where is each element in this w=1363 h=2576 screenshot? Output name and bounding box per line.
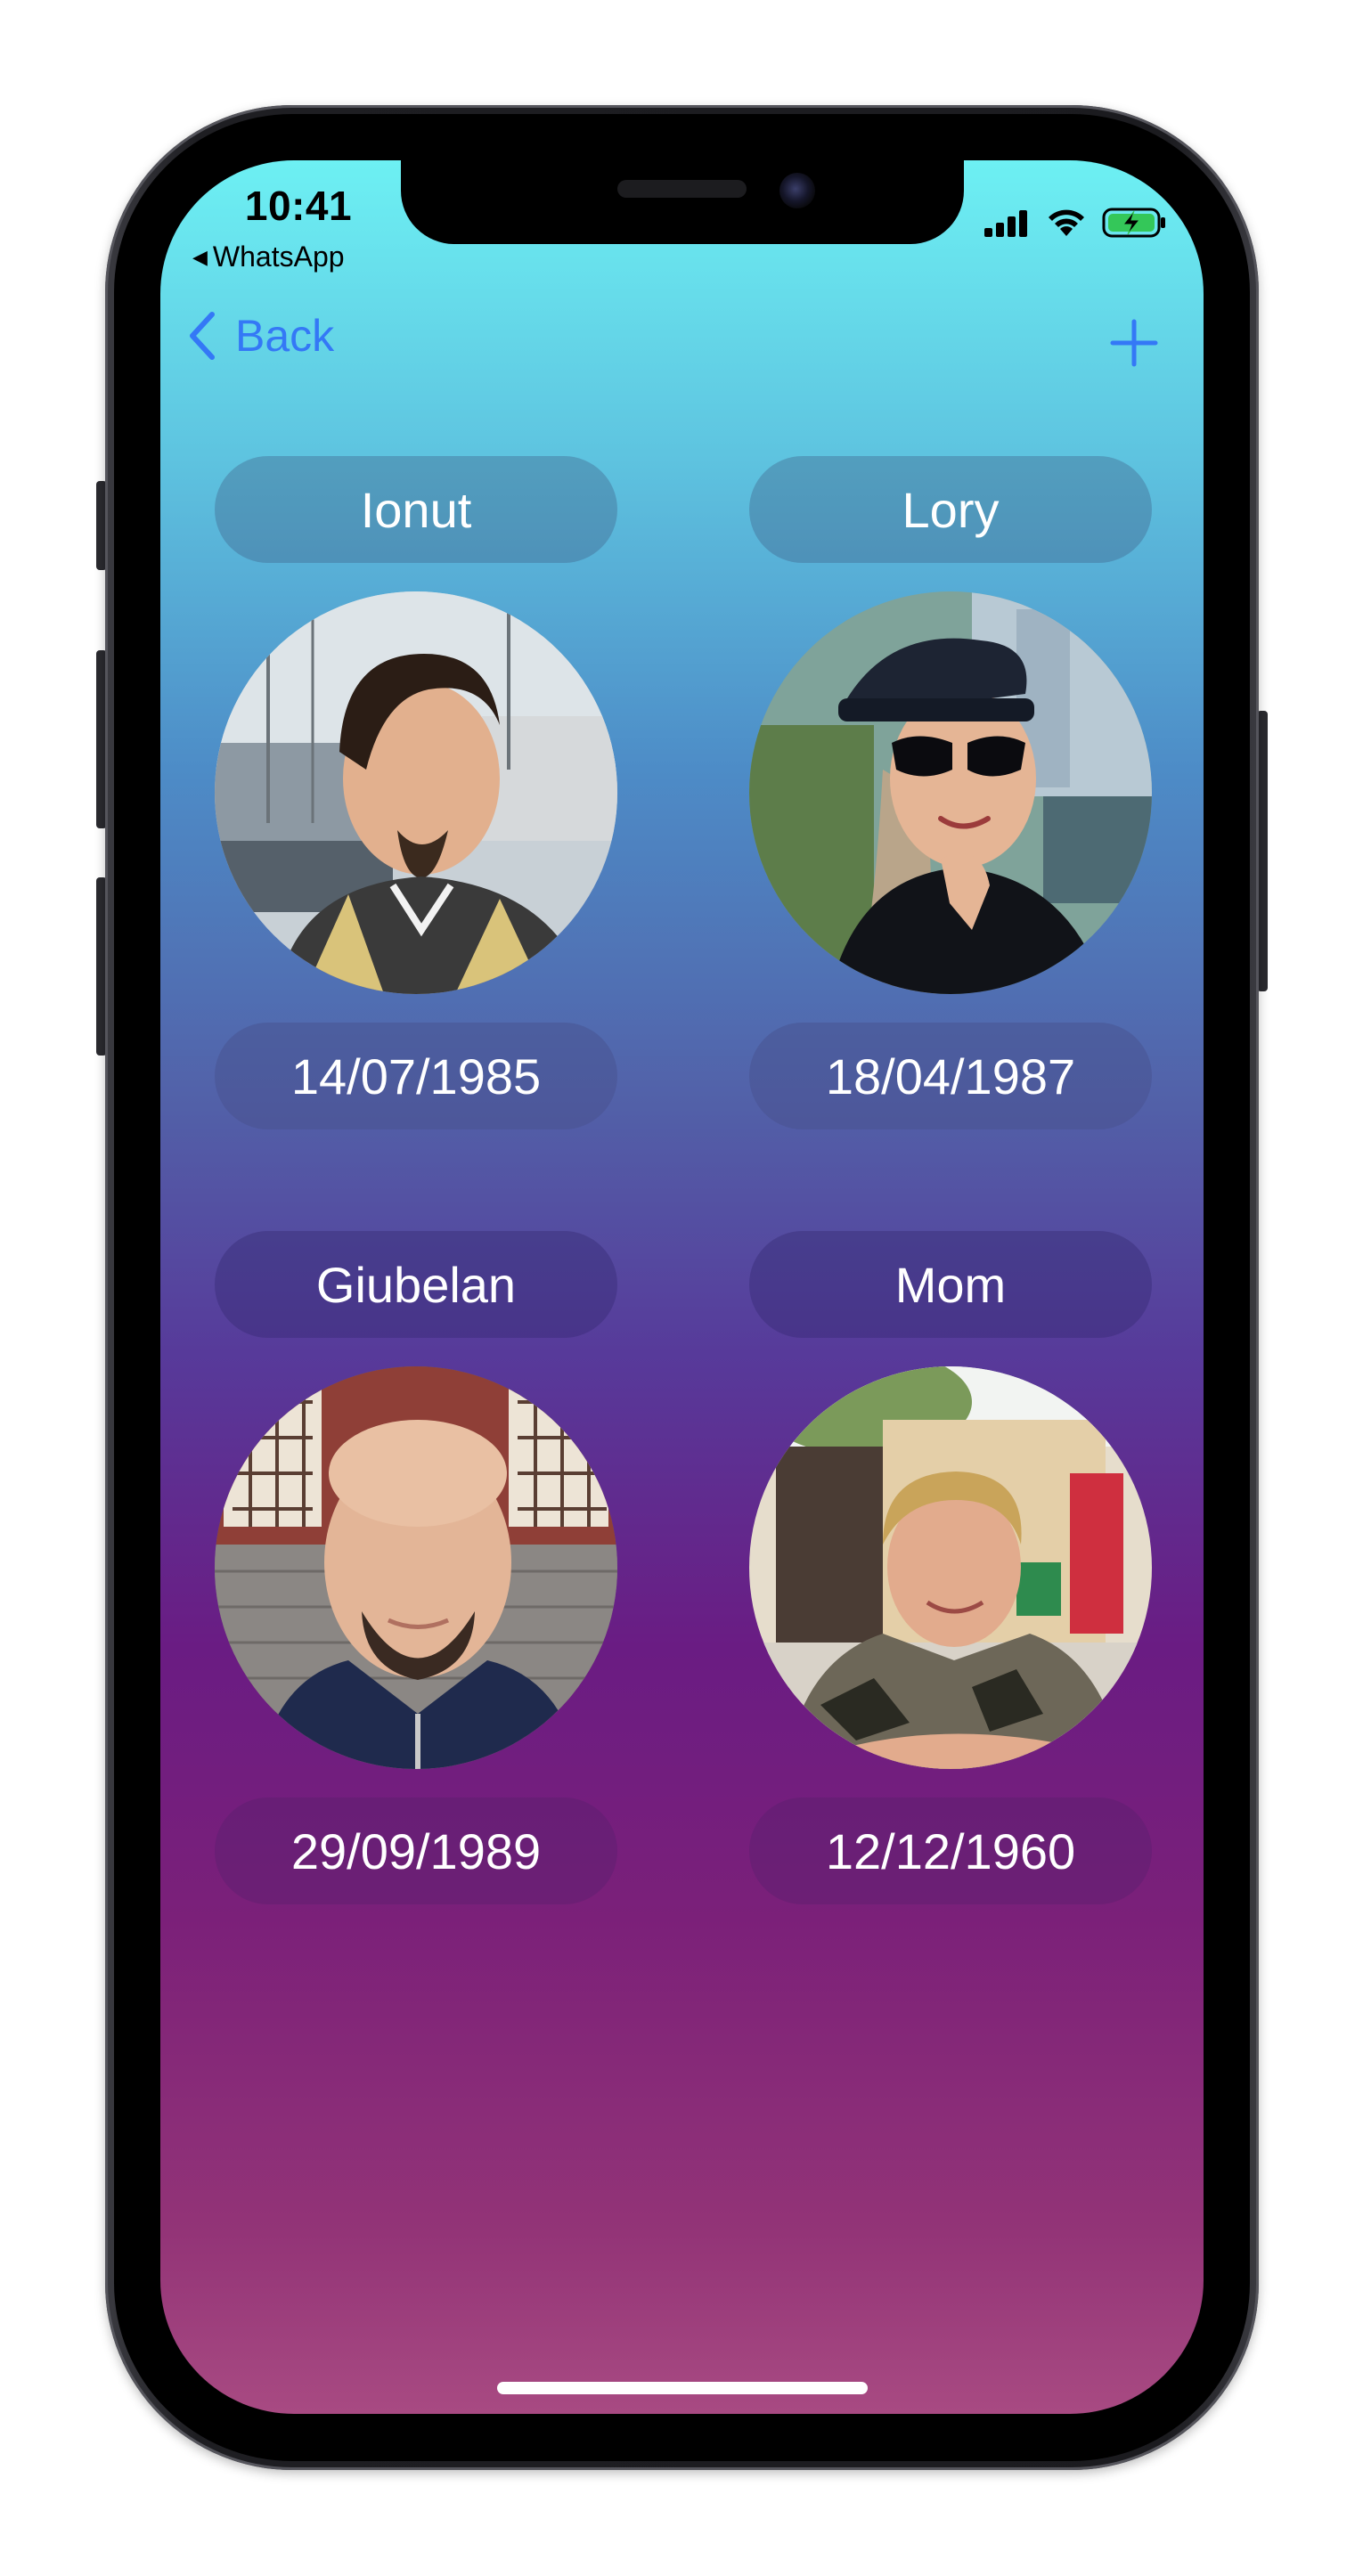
plus-icon <box>1110 319 1158 367</box>
contact-name: Ionut <box>215 456 617 563</box>
back-to-app-link[interactable]: ◀ WhatsApp <box>192 240 345 273</box>
contact-avatar[interactable] <box>215 591 617 994</box>
chevron-left-icon <box>190 312 215 360</box>
contact-date: 12/12/1960 <box>749 1797 1152 1904</box>
contact-name: Giubelan <box>215 1231 617 1338</box>
earpiece-speaker <box>617 180 747 198</box>
notch <box>401 160 964 244</box>
contact-name: Mom <box>749 1231 1152 1338</box>
contact-date: 14/07/1985 <box>215 1023 617 1129</box>
contact-date: 29/09/1989 <box>215 1797 617 1904</box>
contact-date: 18/04/1987 <box>749 1023 1152 1129</box>
back-button[interactable]: Back <box>185 310 334 362</box>
add-contact-button[interactable] <box>1107 316 1161 370</box>
back-triangle-icon: ◀ <box>192 245 208 268</box>
contact-card[interactable]: Mom 12/12/1960 <box>749 1231 1152 1904</box>
screen: 10:41 ◀ WhatsApp Back Ionut 14/07/1985 L… <box>160 160 1204 2414</box>
back-button-label: Back <box>235 311 335 361</box>
wifi-icon <box>1049 209 1084 236</box>
contact-card[interactable]: Lory 18/04/1987 <box>749 456 1152 1129</box>
contact-avatar[interactable] <box>749 591 1152 994</box>
status-icons <box>984 207 1168 239</box>
status-time: 10:41 <box>244 183 353 229</box>
contact-card[interactable]: Giubelan 29/09/1989 <box>215 1231 617 1904</box>
battery-charging-icon <box>1102 208 1165 238</box>
front-camera <box>779 173 815 208</box>
contact-avatar[interactable] <box>215 1366 617 1769</box>
contact-avatar[interactable] <box>749 1366 1152 1769</box>
contact-card[interactable]: Ionut 14/07/1985 <box>215 456 617 1129</box>
back-to-app-label: WhatsApp <box>212 240 345 273</box>
home-indicator[interactable] <box>497 2382 868 2394</box>
contact-name: Lory <box>749 456 1152 563</box>
cellular-signal-icon <box>984 210 1027 237</box>
